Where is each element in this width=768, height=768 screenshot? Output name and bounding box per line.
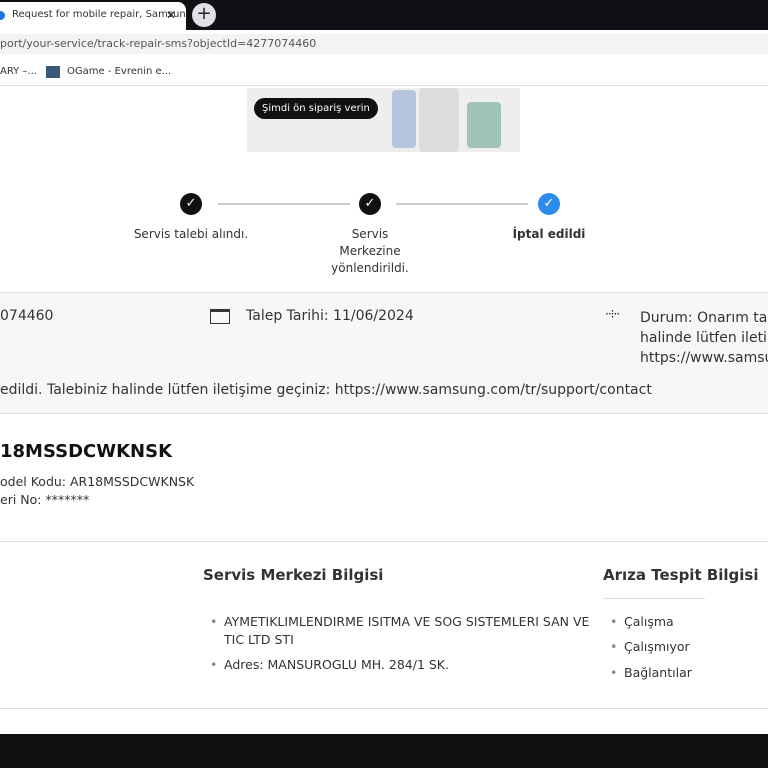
bookmark-item[interactable]: OGame - Evrenin e... xyxy=(67,66,171,77)
request-details-panel: 074460 Talep Tarihi: 11/06/2024 ··⁝·· Du… xyxy=(0,292,768,414)
status-line: Durum: Onarım tal xyxy=(640,310,768,326)
bookmarks-bar: ARY –... OGame - Evrenin e... xyxy=(0,58,768,86)
url-text: port/your-service/track-repair-sms?objec… xyxy=(0,37,317,50)
close-tab-icon[interactable]: ✕ xyxy=(166,8,176,22)
preorder-button[interactable]: Şimdi ön sipariş verin xyxy=(254,98,378,119)
fault-item: Çalışmıyor xyxy=(610,638,690,656)
heading-underline xyxy=(603,598,705,599)
browser-tab[interactable]: Request for mobile repair, Samsung ✕ xyxy=(0,2,186,30)
status-line: halinde lütfen ileti xyxy=(640,330,767,346)
taskbar xyxy=(0,734,768,768)
service-center-name: AYMETIKLIMLENDIRME ISITMA VE SOG SISTEML… xyxy=(210,613,594,649)
divider xyxy=(0,541,768,542)
model-code: odel Kodu: AR18MSSDCWKNSK xyxy=(0,474,195,489)
ogame-favicon-icon xyxy=(46,66,60,78)
step-label: Servis talebi alındı. xyxy=(133,227,249,241)
fault-heading: Arıza Tespit Bilgisi xyxy=(603,566,759,584)
step-done-check-icon: ✓ xyxy=(359,193,381,215)
status-line[interactable]: https://www.samsu xyxy=(640,348,768,368)
step-done-check-icon: ✓ xyxy=(180,193,202,215)
serial-number: eri No: ******* xyxy=(0,492,90,507)
new-tab-button[interactable]: + xyxy=(192,3,216,27)
bookmark-item[interactable]: ARY –... xyxy=(0,66,37,77)
favicon-icon xyxy=(0,11,5,20)
status-icon: ··⁝·· xyxy=(605,307,620,321)
product-title: 18MSSDCWKNSK xyxy=(0,441,173,462)
status-message: edildi. Talebiniz halinde lütfen iletişi… xyxy=(0,382,652,398)
promo-banner[interactable]: Şimdi ön sipariş verin xyxy=(247,88,520,152)
step-current-check-icon: ✓ xyxy=(538,193,560,215)
progress-line xyxy=(218,203,350,205)
address-bar[interactable]: port/your-service/track-repair-sms?objec… xyxy=(0,34,768,54)
fault-item: Çalışma xyxy=(610,613,674,631)
person-image-icon xyxy=(419,88,459,152)
progress-line xyxy=(396,203,528,205)
service-center-heading: Servis Merkezi Bilgisi xyxy=(203,566,384,584)
step-label-current: İptal edildi xyxy=(512,227,586,241)
request-id: 074460 xyxy=(0,308,54,324)
request-date: Talep Tarihi: 11/06/2024 xyxy=(246,308,414,324)
fault-item: Bağlantılar xyxy=(610,664,692,682)
divider xyxy=(0,708,768,709)
step-label: Servis Merkezine yönlendirildi. xyxy=(331,227,409,275)
calendar-icon xyxy=(210,309,230,324)
service-center-address: Adres: MANSUROGLU MH. 284/1 SK. xyxy=(210,656,449,674)
tab-title: Request for mobile repair, Samsung xyxy=(12,9,186,20)
flip-phone-image-icon xyxy=(467,102,501,148)
phone-image-icon xyxy=(392,90,416,148)
